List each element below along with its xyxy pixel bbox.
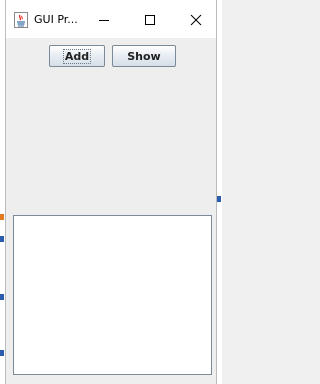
show-button[interactable]: Show xyxy=(112,45,176,67)
maximize-icon xyxy=(145,15,155,25)
background-blue-mark xyxy=(0,350,4,356)
app-window: GUI Pr... Add Show xyxy=(5,0,217,384)
background-blue-mark xyxy=(0,236,4,242)
output-text-area[interactable] xyxy=(13,215,212,375)
window-title: GUI Pr... xyxy=(34,13,78,26)
content-panel: Add Show xyxy=(6,38,216,384)
show-button-label: Show xyxy=(127,49,161,63)
minimize-button[interactable] xyxy=(86,4,122,36)
add-button[interactable]: Add xyxy=(49,45,105,67)
minimize-icon xyxy=(99,20,109,21)
desktop-screen: GUI Pr... Add Show xyxy=(0,0,222,384)
java-app-icon xyxy=(14,12,28,28)
add-button-label: Add xyxy=(62,48,92,64)
title-bar[interactable]: GUI Pr... xyxy=(6,0,216,38)
background-blue-mark xyxy=(0,294,4,300)
background-orange-mark xyxy=(0,214,4,220)
close-icon xyxy=(190,14,202,26)
maximize-button[interactable] xyxy=(132,4,168,36)
background-blue-mark xyxy=(217,196,221,202)
close-button[interactable] xyxy=(178,4,214,36)
